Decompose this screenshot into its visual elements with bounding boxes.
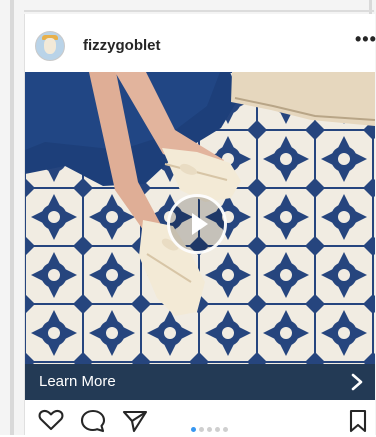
learn-more-label: Learn More [39,373,116,390]
carousel-dot [191,427,196,432]
chevron-right-icon [351,373,363,391]
carousel-dot [215,427,220,432]
play-button[interactable] [167,194,227,254]
left-rail [10,0,14,435]
play-icon [192,213,208,235]
more-options-button[interactable]: ••• [355,30,376,48]
action-bar [25,400,375,435]
top-divider [24,10,374,12]
screen: fizzygoblet ••• Learn More [0,0,376,435]
learn-more-bar[interactable]: Learn More [25,364,375,400]
post-video[interactable] [25,72,375,364]
username[interactable]: fizzygoblet [83,37,161,54]
carousel-dot [207,427,212,432]
carousel-dot [199,427,204,432]
post-header: fizzygoblet ••• [25,14,376,72]
carousel-dot [223,427,228,432]
carousel-indicator [191,419,231,432]
comment-icon[interactable] [79,408,107,434]
share-icon[interactable] [121,408,149,434]
heart-icon[interactable] [37,408,65,432]
post-card: fizzygoblet ••• Learn More [24,14,376,435]
bookmark-icon[interactable] [347,408,369,434]
avatar[interactable] [35,31,65,61]
avatar-face [44,38,56,54]
